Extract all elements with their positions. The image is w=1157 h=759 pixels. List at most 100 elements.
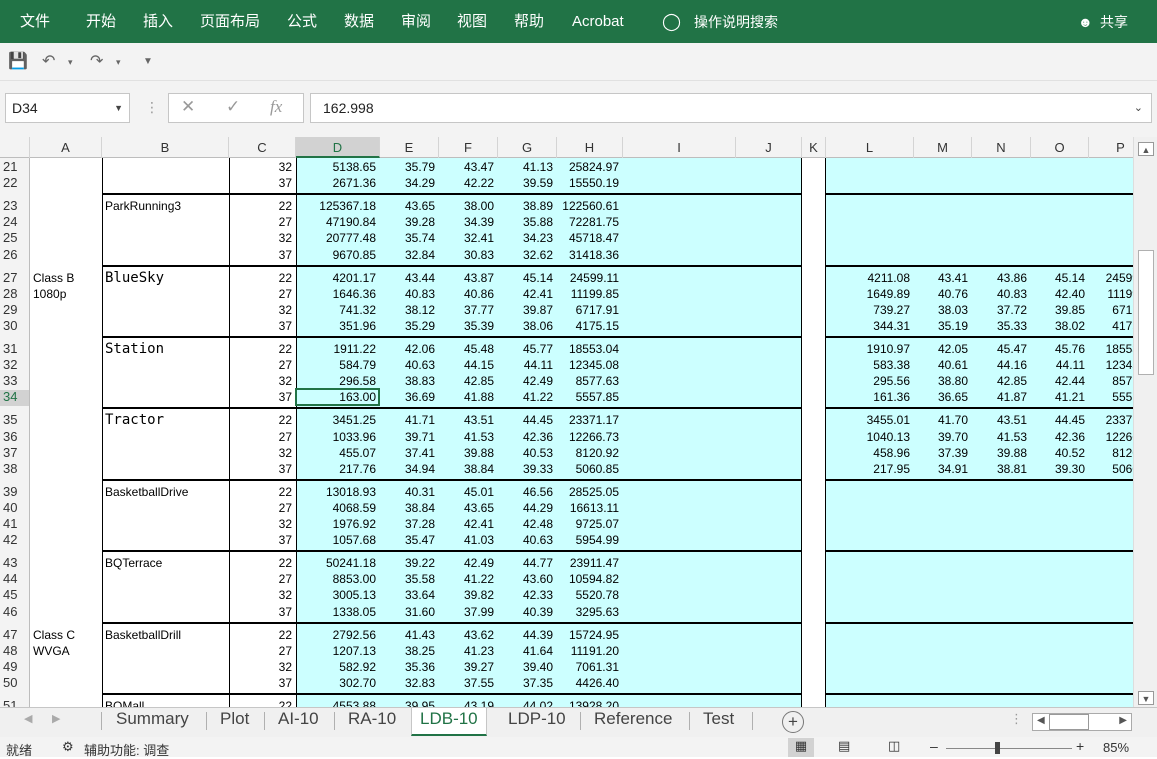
cell-n30[interactable]: 35.33 — [972, 319, 1027, 333]
cell-b43[interactable]: BQTerrace — [105, 556, 162, 570]
cell-o36[interactable]: 42.36 — [1031, 430, 1085, 444]
cell-p30[interactable]: 4175.1 — [1089, 319, 1133, 333]
cell-o38[interactable]: 39.30 — [1031, 462, 1085, 476]
cell-l27[interactable]: 4211.08 — [826, 271, 911, 285]
cell-c51[interactable]: 22 — [229, 699, 292, 707]
cell-n36[interactable]: 41.53 — [972, 430, 1027, 444]
cell-d32[interactable]: 584.79 — [296, 358, 376, 372]
column-header-l[interactable]: L — [826, 137, 914, 158]
tab-splitter-grip[interactable]: ⋮ — [1010, 708, 1023, 736]
formula-bar-grip[interactable]: ⋮ — [145, 99, 159, 116]
row-header[interactable]: 37 — [0, 445, 29, 462]
cell-o32[interactable]: 44.11 — [1031, 358, 1085, 372]
row-header[interactable]: 36 — [0, 429, 29, 446]
cell-l32[interactable]: 583.38 — [826, 358, 910, 372]
row-header[interactable]: 22 — [0, 176, 29, 192]
row-header[interactable]: 30 — [0, 318, 29, 335]
cell-f47[interactable]: 43.62 — [439, 628, 494, 642]
cell-f23[interactable]: 38.00 — [439, 199, 494, 213]
row-header[interactable]: 44 — [0, 572, 29, 588]
cell-d30[interactable]: 351.96 — [296, 319, 376, 333]
cell-e34[interactable]: 36.69 — [380, 390, 435, 404]
vertical-scroll-thumb[interactable] — [1138, 250, 1154, 375]
cell-d24[interactable]: 47190.84 — [296, 215, 376, 229]
cell-h35[interactable]: 23371.17 — [557, 413, 619, 427]
cell-e23[interactable]: 43.65 — [380, 199, 435, 213]
sheet-tab-ldb-10[interactable]: LDB-10 — [411, 708, 487, 736]
cell-l33[interactable]: 295.56 — [826, 374, 910, 388]
cell-h49[interactable]: 7061.31 — [557, 660, 619, 674]
normal-view-icon[interactable]: ▦ — [788, 738, 814, 757]
cell-e30[interactable]: 35.29 — [380, 319, 435, 333]
cell-h24[interactable]: 72281.75 — [557, 215, 619, 229]
cell-d36[interactable]: 1033.96 — [296, 430, 376, 444]
cell-o28[interactable]: 42.40 — [1031, 287, 1085, 301]
cell-f36[interactable]: 41.53 — [439, 430, 494, 444]
cell-h28[interactable]: 11199.85 — [557, 287, 619, 301]
column-header-f[interactable]: F — [439, 137, 498, 158]
cell-g45[interactable]: 42.33 — [498, 588, 553, 602]
cell-f48[interactable]: 41.23 — [439, 644, 494, 658]
column-header-e[interactable]: E — [380, 137, 439, 158]
column-header-k[interactable]: K — [802, 137, 826, 158]
cell-l38[interactable]: 217.95 — [826, 462, 910, 476]
cell-g21[interactable]: 41.13 — [498, 160, 553, 174]
worksheet-grid[interactable]: 32 5138.65 35.79 43.47 41.13 25824.97 37 2671.3… — [30, 158, 1133, 707]
row-header[interactable]: 51 — [0, 698, 29, 707]
cell-f44[interactable]: 41.22 — [439, 572, 494, 586]
row-header[interactable]: 34 — [0, 390, 29, 407]
cell-e40[interactable]: 38.84 — [380, 501, 435, 515]
cell-f32[interactable]: 44.15 — [439, 358, 494, 372]
column-header-h[interactable]: H — [557, 137, 623, 158]
cell-e45[interactable]: 33.64 — [380, 588, 435, 602]
row-header[interactable]: 25 — [0, 231, 29, 247]
cell-m32[interactable]: 40.61 — [914, 358, 968, 372]
cell-g30[interactable]: 38.06 — [498, 319, 553, 333]
cell-d34[interactable]: 163.00 — [296, 390, 376, 404]
tell-me-search[interactable]: 操作说明搜索 — [694, 12, 778, 32]
cell-p27[interactable]: 24599.1 — [1089, 271, 1133, 285]
cell-p35[interactable]: 23371.1 — [1089, 413, 1133, 427]
scroll-left-icon[interactable]: ◀ — [1037, 715, 1045, 726]
cell-c26[interactable]: 37 — [229, 248, 292, 262]
cell-c38[interactable]: 37 — [229, 462, 292, 476]
name-box[interactable]: D34 ▼ — [5, 93, 130, 123]
cell-o35[interactable]: 44.45 — [1031, 413, 1085, 427]
row-header[interactable]: 27 — [0, 270, 29, 287]
column-header-m[interactable]: M — [914, 137, 972, 158]
cell-d38[interactable]: 217.76 — [296, 462, 376, 476]
tab-home[interactable]: 开始 — [86, 12, 116, 32]
cell-o31[interactable]: 45.76 — [1031, 342, 1085, 356]
cell-h30[interactable]: 4175.15 — [557, 319, 619, 333]
cell-c32[interactable]: 27 — [229, 358, 292, 372]
cell-f40[interactable]: 43.65 — [439, 501, 494, 515]
cell-p37[interactable]: 8120.9 — [1089, 446, 1133, 460]
cell-m37[interactable]: 37.39 — [914, 446, 968, 460]
cell-g42[interactable]: 40.63 — [498, 533, 553, 547]
zoom-in-button[interactable]: + — [1076, 738, 1084, 754]
cell-c22[interactable]: 37 — [229, 176, 292, 190]
cell-e29[interactable]: 38.12 — [380, 303, 435, 317]
cell-g47[interactable]: 44.39 — [498, 628, 553, 642]
zoom-out-button[interactable]: – — [930, 738, 938, 754]
cell-e22[interactable]: 34.29 — [380, 176, 435, 190]
cell-o27[interactable]: 45.14 — [1031, 271, 1085, 285]
cell-n34[interactable]: 41.87 — [972, 390, 1027, 404]
cell-e36[interactable]: 39.71 — [380, 430, 435, 444]
cell-d23[interactable]: 125367.18 — [296, 199, 376, 213]
cell-f41[interactable]: 42.41 — [439, 517, 494, 531]
cell-n38[interactable]: 38.81 — [972, 462, 1027, 476]
cell-f22[interactable]: 42.22 — [439, 176, 494, 190]
enter-icon[interactable]: ✓ — [226, 97, 240, 117]
zoom-slider-thumb[interactable] — [995, 742, 1000, 754]
cell-a28[interactable]: 1080p — [33, 287, 66, 301]
cell-a48[interactable]: WVGA — [33, 644, 70, 658]
cell-d29[interactable]: 741.32 — [296, 303, 376, 317]
cell-d27[interactable]: 4201.17 — [296, 271, 376, 285]
cell-c23[interactable]: 22 — [229, 199, 292, 213]
cell-b35[interactable]: Tractor — [105, 413, 164, 427]
row-header[interactable]: 33 — [0, 374, 29, 390]
row-header[interactable]: 46 — [0, 604, 29, 621]
cell-d39[interactable]: 13018.93 — [296, 485, 376, 499]
cell-c46[interactable]: 37 — [229, 605, 292, 619]
